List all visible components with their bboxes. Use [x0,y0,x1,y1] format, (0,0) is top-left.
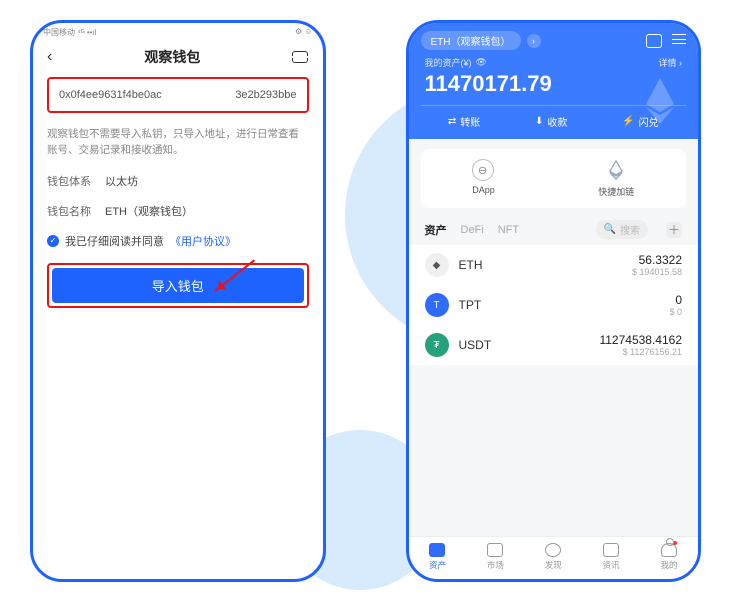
back-icon[interactable]: ‹ [47,48,52,66]
eye-icon[interactable]: 👁 [476,57,487,68]
tab-defi[interactable]: DeFi [461,224,484,236]
scan-qr-icon[interactable] [646,34,662,48]
transfer-button[interactable]: ⇄ 转账 [448,114,480,129]
status-left: 中国移动 ⁴ᴳ ••ıl [43,27,96,41]
wallet-icon [429,543,445,557]
asset-row-tpt[interactable]: T TPT 0 $ 0 [409,285,699,325]
nav-me[interactable]: 我的 [661,543,678,571]
market-icon [487,543,503,557]
dapp-button[interactable]: ⊘ DApp [472,159,495,198]
quick-links: ⊘ DApp 快捷加链 [421,149,687,208]
asset-row-usdt[interactable]: ₮ USDT 11274538.4162 $ 11276156.21 [409,325,699,365]
address-prefix: 0x0f4ee9631f4be0ac [59,89,162,101]
wallet-system-value: 以太坊 [105,173,138,189]
eth-bg-icon [640,78,680,124]
news-icon [603,543,619,557]
nav-market[interactable]: 市场 [487,543,504,571]
usdt-icon: ₮ [425,333,449,357]
balance-detail-link[interactable]: 详情 › [659,56,683,69]
eth-icon: ◆ [425,253,449,277]
import-wallet-button[interactable]: 导入钱包 [52,268,304,303]
wallet-switch-icon[interactable]: › [527,34,541,48]
import-highlight: 导入钱包 [47,263,309,308]
eth-outline-icon [605,159,627,181]
discover-icon [545,543,561,557]
page-title: 观察钱包 [144,47,200,67]
wallet-header: ETH（观察钱包） › 我的资产(¥) 👁 详情 › 11470171.79 ⇄ [409,23,699,139]
agree-row[interactable]: 我已仔细阅读并同意 《用户协议》 [47,233,309,249]
agree-checkbox-icon[interactable] [47,235,59,247]
receive-button[interactable]: ⬇ 收款 [535,114,567,129]
nav-discover[interactable]: 发现 [545,543,562,571]
asset-tabs: 资产 DeFi NFT 🔍 搜索 ＋ [409,208,699,245]
wallet-chip[interactable]: ETH（观察钱包） [421,31,521,50]
menu-icon[interactable] [672,34,686,44]
statusbar: 中国移动 ⁴ᴳ ••ıl ⚙ ☺ [33,23,323,41]
balance-label: 我的资产(¥) [425,56,472,69]
tab-assets[interactable]: 资产 [425,222,447,238]
swap-icon: ⇄ [448,116,456,127]
tpt-icon: T [425,293,449,317]
wallet-name-row: 钱包名称 ETH（观察钱包） [47,203,309,219]
compass-icon: ⊘ [468,154,499,185]
flash-icon: ⚡ [622,116,634,127]
right-phone: ETH（观察钱包） › 我的资产(¥) 👁 详情 › 11470171.79 ⇄ [406,20,702,582]
bottom-nav: 资产 市场 发现 资讯 我的 [409,536,699,579]
nav-assets[interactable]: 资产 [429,543,446,571]
wallet-name-label: 钱包名称 [47,203,91,219]
address-input[interactable]: 0x0f4ee9631f4be0ac 3e2b293bbe [47,77,309,113]
add-chain-button[interactable]: 快捷加链 [598,159,634,198]
scan-icon[interactable] [292,51,308,63]
watch-wallet-desc: 观察钱包不需要导入私钥，只导入地址，进行日常查看账号、交易记录和接收通知。 [47,127,309,159]
agree-text: 我已仔细阅读并同意 [65,233,164,249]
add-asset-button[interactable]: ＋ [666,222,682,238]
search-input[interactable]: 🔍 搜索 [596,220,648,239]
download-icon: ⬇ [535,116,543,127]
wallet-system-label: 钱包体系 [47,173,91,189]
status-right: ⚙ ☺ [295,27,313,41]
wallet-name-value: ETH（观察钱包） [105,203,193,219]
user-agreement-link[interactable]: 《用户协议》 [170,233,236,249]
wallet-system-row: 钱包体系 以太坊 [47,173,309,189]
asset-row-eth[interactable]: ◆ ETH 56.3322 $ 194015.58 [409,245,699,285]
search-icon: 🔍 [604,224,616,235]
asset-list: ◆ ETH 56.3322 $ 194015.58 T TPT 0 $ 0 ₮ … [409,245,699,365]
address-suffix: 3e2b293bbe [235,89,296,101]
left-phone: 中国移动 ⁴ᴳ ••ıl ⚙ ☺ ‹ 观察钱包 0x0f4ee9631f4be0… [30,20,326,582]
tab-nft[interactable]: NFT [498,224,519,236]
nav-news[interactable]: 资讯 [603,543,620,571]
profile-icon [661,543,677,557]
titlebar: ‹ 观察钱包 [33,41,323,77]
